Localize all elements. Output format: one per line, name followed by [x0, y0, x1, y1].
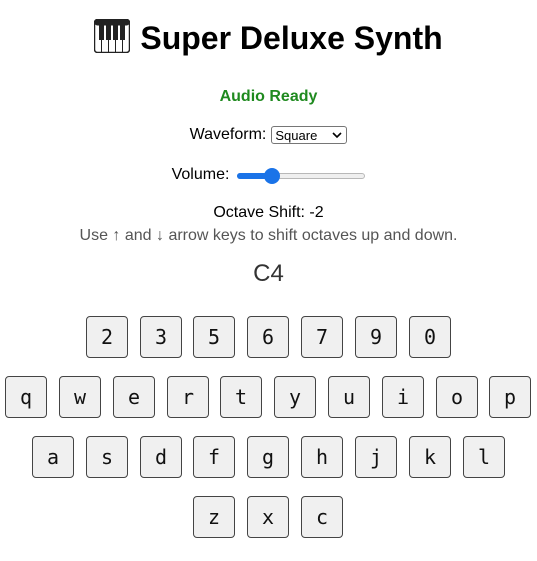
title-text: Super Deluxe Synth	[140, 20, 443, 56]
key-q[interactable]: q	[5, 376, 47, 418]
key-x[interactable]: x	[247, 496, 289, 538]
volume-slider[interactable]	[237, 167, 366, 184]
key-t[interactable]: t	[220, 376, 262, 418]
key-l[interactable]: l	[463, 436, 505, 478]
key-y[interactable]: y	[274, 376, 316, 418]
key-j[interactable]: j	[355, 436, 397, 478]
key-0[interactable]: 0	[409, 316, 451, 358]
piano-keyboard-icon	[94, 18, 131, 62]
octave-hint: Use ↑ and ↓ arrow keys to shift octaves …	[79, 227, 458, 244]
key-7[interactable]: 7	[301, 316, 343, 358]
volume-slider-thumb[interactable]	[263, 168, 280, 184]
key-e[interactable]: e	[113, 376, 155, 418]
key-3[interactable]: 3	[140, 316, 182, 358]
key-k[interactable]: k	[409, 436, 451, 478]
key-d[interactable]: d	[140, 436, 182, 478]
key-2[interactable]: 2	[86, 316, 128, 358]
volume-row: Volume:	[0, 166, 537, 184]
key-w[interactable]: w	[59, 376, 101, 418]
key-g[interactable]: g	[247, 436, 289, 478]
key-c[interactable]: c	[301, 496, 343, 538]
key-a[interactable]: a	[32, 436, 74, 478]
waveform-select[interactable]: Square	[271, 126, 348, 144]
key-f[interactable]: f	[193, 436, 235, 478]
audio-status: Audio Ready	[219, 88, 318, 105]
volume-label: Volume:	[171, 166, 230, 183]
current-note: C4	[253, 260, 284, 287]
waveform-label: Waveform:	[189, 126, 267, 144]
key-o[interactable]: o	[436, 376, 478, 418]
key-5[interactable]: 5	[193, 316, 235, 358]
key-p[interactable]: p	[489, 376, 531, 418]
page-title: Super Deluxe Synth	[0, 18, 537, 62]
octave-shift-readout: Octave Shift: -2	[213, 204, 324, 221]
key-6[interactable]: 6	[247, 316, 289, 358]
synth-page: Super Deluxe Synth Audio Ready Waveform:…	[0, 0, 537, 561]
key-i[interactable]: i	[382, 376, 424, 418]
chevron-down-icon	[332, 127, 342, 149]
waveform-selected-value: Square	[275, 128, 318, 143]
waveform-row: Waveform: Square	[0, 126, 537, 144]
key-9[interactable]: 9	[355, 316, 397, 358]
key-s[interactable]: s	[86, 436, 128, 478]
key-r[interactable]: r	[167, 376, 209, 418]
key-h[interactable]: h	[301, 436, 343, 478]
key-u[interactable]: u	[328, 376, 370, 418]
key-z[interactable]: z	[193, 496, 235, 538]
